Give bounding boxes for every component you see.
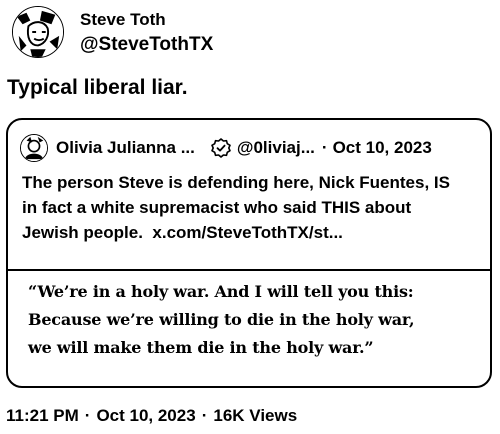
media-divider [8, 269, 490, 271]
verified-badge-icon [211, 138, 231, 158]
quoted-author-avatar[interactable] [20, 134, 48, 162]
author-handle[interactable]: @SteveTothTX [80, 32, 213, 58]
tweet-footer: 11:21 PM · Oct 10, 2023 · 16K Views [6, 406, 297, 426]
tweet-text: Typical liberal liar. [7, 76, 188, 99]
views-count: 16K [213, 406, 245, 425]
tweet-header: Steve Toth @SteveTothTX [12, 6, 213, 58]
tweet-date[interactable]: Oct 10, 2023 [96, 406, 195, 426]
author-display-name[interactable]: Steve Toth [80, 9, 213, 31]
quoted-tweet-header: Olivia Julianna ... @0liviaj... · Oct 10… [20, 134, 432, 162]
footer-separator: · [84, 406, 91, 425]
quoted-tweet-link[interactable]: x.com/SteveTothTX/st... [152, 223, 343, 242]
quoted-tweet-card[interactable]: Olivia Julianna ... @0liviaj... · Oct 10… [6, 118, 492, 388]
quoted-author-display-name[interactable]: Olivia Julianna ... [56, 138, 195, 158]
tweet-time[interactable]: 11:21 PM [6, 406, 79, 426]
quoted-author-handle[interactable]: @0liviaj... [237, 138, 315, 158]
media-quote-line: Because we’re willing to die in the holy… [28, 310, 415, 329]
author-avatar[interactable] [12, 6, 64, 58]
quoted-text-line: The person Steve is defending here, Nick… [22, 173, 450, 192]
media-quote-line: “We’re in a holy war. And I will tell yo… [28, 282, 414, 301]
quoted-media-image[interactable]: “We’re in a holy war. And I will tell yo… [28, 278, 478, 362]
header-separator: · [321, 138, 328, 157]
quoted-tweet-text: The person Steve is defending here, Nick… [22, 170, 482, 245]
views-label: Views [249, 406, 298, 425]
author-avatar-illustration [13, 7, 63, 57]
footer-separator: · [201, 406, 208, 425]
quoted-text-line: Jewish people. x.com/SteveTothTX/st... [22, 220, 482, 245]
quoted-text-line: in fact a white supremacist who said THI… [22, 198, 412, 217]
quoted-text-fragment: Jewish people. [22, 223, 143, 242]
media-quote-line: we will make them die in the holy war.” [28, 338, 374, 357]
quoted-tweet-date[interactable]: Oct 10, 2023 [333, 138, 432, 158]
quoted-avatar-illustration [21, 135, 47, 161]
